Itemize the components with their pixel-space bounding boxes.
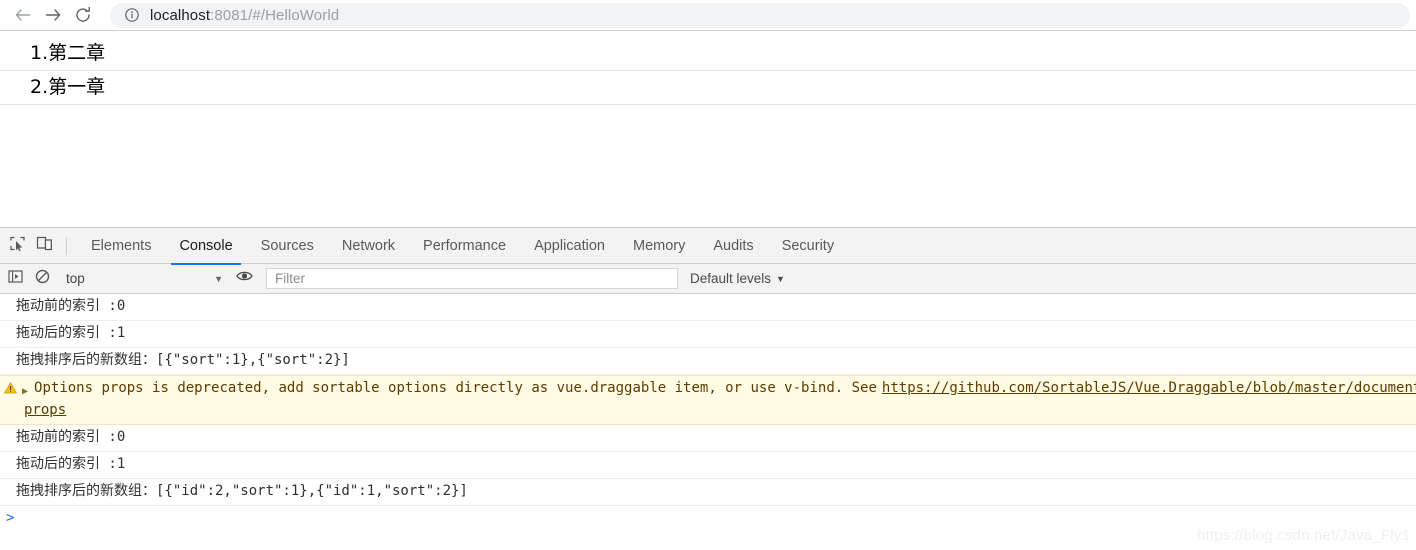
warning-text: Options props is deprecated, add sortabl… — [34, 380, 877, 396]
warning-link-continuation[interactable]: props — [24, 402, 66, 418]
console-message: 拖动后的索引 :1 — [0, 321, 1416, 348]
console-message: 拖拽排序后的新数组：[{"sort":1},{"sort":2}] — [0, 348, 1416, 375]
tab-elements[interactable]: Elements — [77, 228, 165, 264]
console-sidebar-toggle-icon — [8, 269, 23, 289]
tab-sources[interactable]: Sources — [247, 228, 328, 264]
log-levels-label: Default levels — [690, 271, 772, 286]
warning-triangle-icon — [4, 381, 18, 400]
forward-button[interactable] — [38, 0, 68, 30]
tab-performance[interactable]: Performance — [409, 228, 520, 264]
devtools-panel: Elements Console Sources Network Perform… — [0, 227, 1416, 550]
info-circle-icon[interactable] — [124, 7, 140, 23]
watermark: https://blog.csdn.net/Java_Fly1 — [1197, 527, 1410, 544]
devtools-tabbar: Elements Console Sources Network Perform… — [0, 228, 1416, 265]
address-bar-text: localhost:8081/#/HelloWorld — [150, 7, 339, 24]
reload-button[interactable] — [68, 0, 98, 30]
browser-toolbar: localhost:8081/#/HelloWorld — [0, 0, 1416, 31]
clear-console-icon — [35, 269, 50, 289]
chevron-down-icon: ▼ — [776, 273, 785, 284]
device-toolbar-icon — [36, 235, 53, 257]
warning-first-line: ▶ Options props is deprecated, add sorta… — [4, 379, 1416, 401]
url-host: localhost — [150, 6, 211, 24]
expand-arrow-icon[interactable]: ▶ — [22, 382, 28, 401]
list-item[interactable]: 2.第一章 — [0, 71, 1416, 105]
device-toolbar-button[interactable] — [31, 232, 58, 260]
prompt-caret-icon: > — [6, 510, 15, 526]
list-item[interactable]: 1.第二章 — [0, 37, 1416, 71]
console-message: 拖动后的索引 :1 — [0, 452, 1416, 479]
chevron-down-icon: ▼ — [214, 273, 223, 284]
console-message: 拖动前的索引 :0 — [0, 294, 1416, 321]
page-viewport: 1.第二章 2.第一章 — [0, 31, 1416, 227]
address-bar[interactable]: localhost:8081/#/HelloWorld — [110, 2, 1410, 28]
arrow-right-icon — [43, 5, 63, 25]
console-message-list[interactable]: 拖动前的索引 :0 拖动后的索引 :1 拖拽排序后的新数组：[{"sort":1… — [0, 294, 1416, 550]
inspect-element-button[interactable] — [4, 232, 31, 260]
clear-console-button[interactable] — [29, 265, 56, 293]
execution-context-label: top — [66, 271, 85, 286]
browser-window: localhost:8081/#/HelloWorld 1.第二章 2.第一章 — [0, 0, 1416, 550]
console-message: 拖动前的索引 :0 — [0, 425, 1416, 452]
tab-memory[interactable]: Memory — [619, 228, 699, 264]
execution-context-select[interactable]: top ▼ — [56, 268, 231, 290]
chapter-list: 1.第二章 2.第一章 — [0, 37, 1416, 105]
tab-audits[interactable]: Audits — [699, 228, 767, 264]
filter-placeholder: Filter — [275, 271, 305, 286]
filter-input[interactable]: Filter — [266, 268, 678, 289]
warning-link[interactable]: https://github.com/SortableJS/Vue.Dragga… — [882, 379, 1416, 398]
tab-console[interactable]: Console — [165, 228, 246, 265]
console-toolbar: top ▼ Filter Default levels ▼ — [0, 264, 1416, 294]
arrow-left-icon — [13, 5, 33, 25]
live-expression-button[interactable] — [231, 265, 258, 293]
tab-security[interactable]: Security — [768, 228, 848, 264]
toolbar-divider — [66, 236, 67, 255]
warning-second-line: props — [4, 401, 1416, 420]
back-button[interactable] — [8, 0, 38, 30]
console-message: 拖拽排序后的新数组：[{"id":2,"sort":1},{"id":1,"so… — [0, 479, 1416, 506]
tab-application[interactable]: Application — [520, 228, 619, 264]
inspect-element-icon — [9, 235, 26, 257]
url-path: :8081/#/HelloWorld — [210, 6, 340, 24]
console-sidebar-toggle-button[interactable] — [2, 265, 29, 293]
devtools-tab-list: Elements Console Sources Network Perform… — [77, 228, 848, 265]
console-warning-message[interactable]: ▶ Options props is deprecated, add sorta… — [0, 375, 1416, 425]
tab-network[interactable]: Network — [328, 228, 409, 264]
live-expression-eye-icon — [236, 269, 253, 288]
reload-icon — [73, 5, 93, 25]
log-levels-select[interactable]: Default levels ▼ — [690, 271, 785, 286]
